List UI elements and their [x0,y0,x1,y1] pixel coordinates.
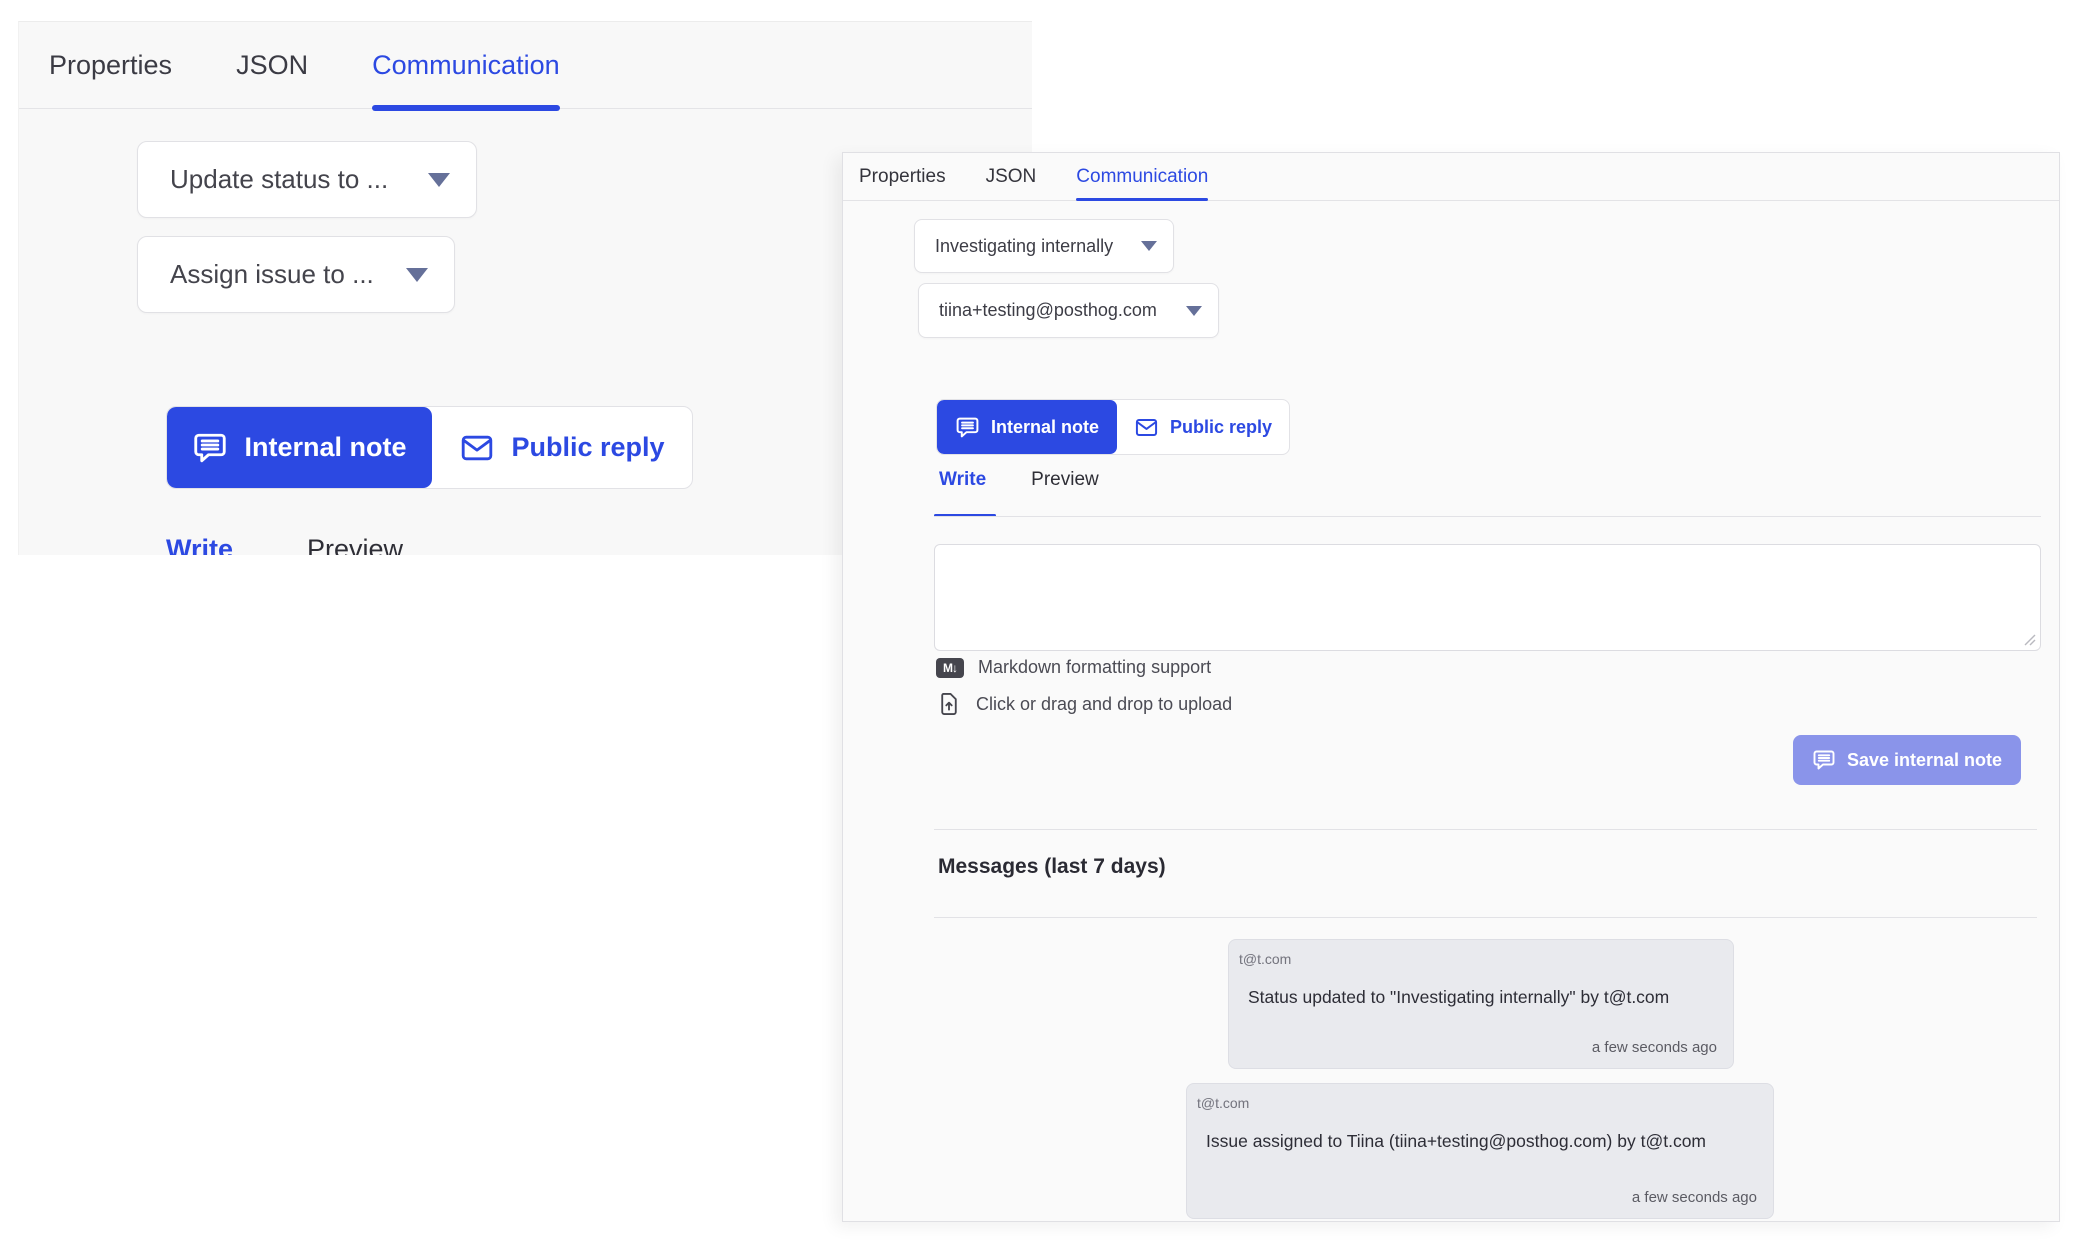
internal-note-label: Internal note [991,417,1099,438]
markdown-hint-label: Markdown formatting support [978,657,1211,678]
message-bubble: t@t.com Issue assigned to Tiina (tiina+t… [1186,1083,1774,1219]
note-type-toggle: Internal note Public reply [936,399,1290,455]
internal-note-button[interactable]: Internal note [167,407,432,488]
message-bubble: t@t.com Status updated to "Investigating… [1228,939,1734,1069]
message-timestamp: a few seconds ago [1632,1189,1757,1206]
assign-issue-value: Assign issue to ... [170,259,374,290]
upload-hint-label: Click or drag and drop to upload [976,694,1232,715]
assign-issue-dropdown[interactable]: Assign issue to ... [137,236,455,313]
message-body: Status updated to "Investigating interna… [1248,987,1717,1008]
public-reply-label: Public reply [1170,417,1272,438]
message-body: Issue assigned to Tiina (tiina+testing@p… [1206,1131,1757,1152]
page: Properties JSON Communication Update sta… [0,0,2074,1246]
markdown-hint-row: M↓ Markdown formatting support [936,657,1211,678]
message-timestamp: a few seconds ago [1592,1039,1717,1056]
public-reply-label: Public reply [511,432,664,463]
update-status-value: Investigating internally [935,236,1113,257]
internal-note-button[interactable]: Internal note [937,400,1117,454]
note-icon [192,430,228,466]
right-tab-bar: Properties JSON Communication [843,153,2059,201]
tab-communication[interactable]: Communication [372,22,560,108]
tab-properties[interactable]: Properties [859,153,946,200]
save-button-label: Save internal note [1847,750,2002,771]
issue-detail-panel-right: Properties JSON Communication Investigat… [842,152,2060,1222]
file-upload-icon [936,691,962,717]
divider [934,516,2041,517]
markdown-icon: M↓ [936,658,964,678]
chevron-down-icon [1141,241,1157,251]
public-reply-button[interactable]: Public reply [432,407,692,488]
assign-issue-value: tiina+testing@posthog.com [939,300,1157,321]
assign-issue-dropdown[interactable]: tiina+testing@posthog.com [918,283,1219,338]
update-status-value: Update status to ... [170,164,388,195]
tab-communication[interactable]: Communication [1076,153,1208,200]
tab-write[interactable]: Write [939,469,986,491]
update-status-dropdown[interactable]: Investigating internally [914,219,1174,273]
chevron-down-icon [406,268,428,282]
chevron-down-icon [1186,306,1202,316]
internal-note-label: Internal note [244,432,406,463]
message-sender: t@t.com [1239,951,1717,967]
mail-icon [459,430,495,466]
mail-icon [1134,415,1159,440]
tab-json[interactable]: JSON [236,22,308,108]
save-internal-note-button[interactable]: Save internal note [1793,735,2021,785]
public-reply-button[interactable]: Public reply [1117,400,1289,454]
message-sender: t@t.com [1197,1095,1757,1111]
divider [934,917,2037,918]
note-icon [955,415,980,440]
left-tab-bar: Properties JSON Communication [19,22,1032,109]
tab-preview[interactable]: Preview [307,534,403,555]
divider [934,829,2037,830]
note-icon [1812,748,1836,772]
note-type-toggle: Internal note Public reply [166,406,693,489]
upload-hint-row[interactable]: Click or drag and drop to upload [936,691,1232,717]
update-status-dropdown[interactable]: Update status to ... [137,141,477,218]
messages-heading: Messages (last 7 days) [938,855,1166,879]
note-textarea[interactable] [934,544,2041,651]
chevron-down-icon [428,173,450,187]
editor-tabs: Write Preview [939,469,1099,491]
tab-write[interactable]: Write [166,534,233,555]
editor-tabs: Write Preview [166,534,403,555]
tab-preview[interactable]: Preview [1031,469,1099,491]
tab-json[interactable]: JSON [986,153,1037,200]
tab-properties[interactable]: Properties [49,22,172,108]
